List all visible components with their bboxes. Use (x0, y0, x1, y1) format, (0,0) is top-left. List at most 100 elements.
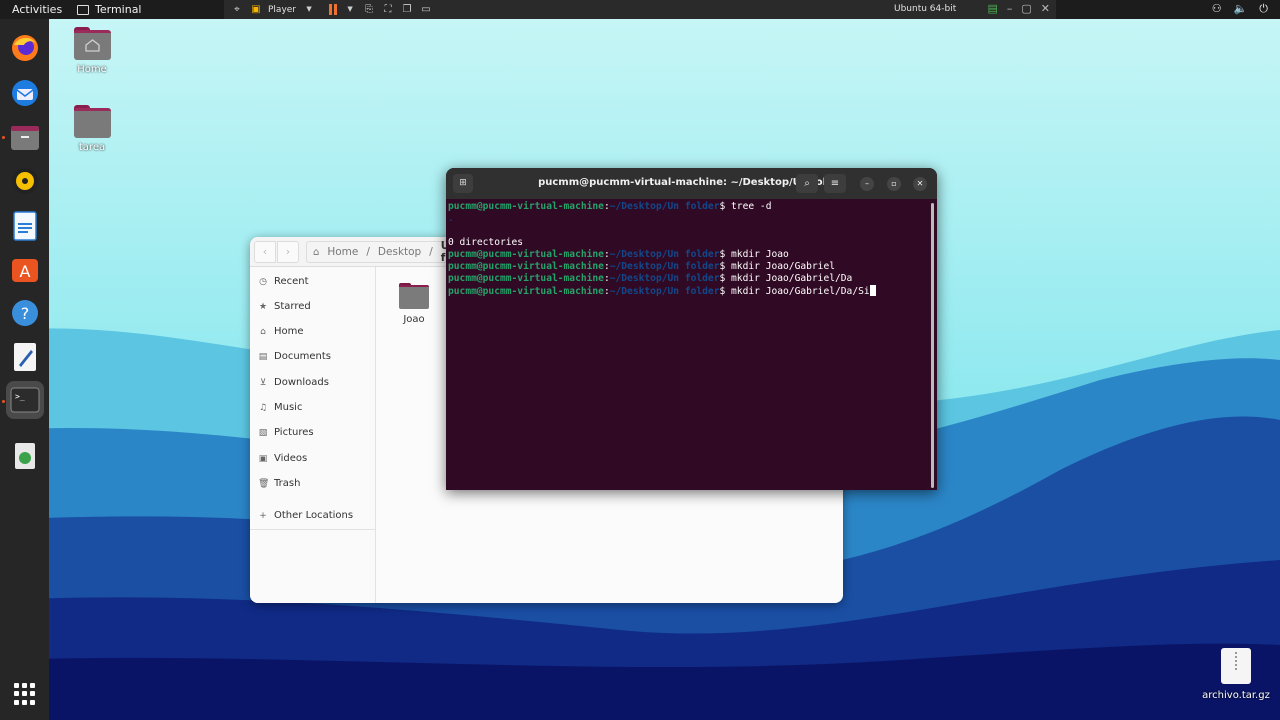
folder-item-joao[interactable]: Joao (394, 283, 434, 325)
dock-trash[interactable] (6, 437, 44, 475)
unity-icon[interactable]: ❐ (401, 4, 413, 15)
back-button[interactable]: ‹ (254, 241, 276, 263)
forward-button[interactable]: › (277, 241, 299, 263)
close-button[interactable]: ✕ (913, 177, 927, 191)
sidebar-item-downloads[interactable]: ⊻ Downloads (258, 377, 329, 388)
sidebar-item-starred[interactable]: ★ Starred (258, 301, 311, 312)
dock-files[interactable] (6, 118, 44, 156)
document-icon: ▤ (258, 351, 268, 362)
sidebar-item-documents[interactable]: ▤ Documents (258, 351, 331, 362)
thunderbird-icon (12, 80, 38, 106)
dock-thunderbird[interactable] (6, 74, 44, 112)
prompt-user: pucmm@pucmm-virtual-machine (448, 261, 604, 272)
dock-rhythmbox[interactable] (6, 162, 44, 200)
firefox-icon (12, 35, 38, 61)
dock-terminal[interactable]: >_ (6, 381, 44, 419)
show-applications-icon[interactable] (14, 683, 36, 705)
restore-icon[interactable]: ▢ (1021, 2, 1031, 15)
dock-text-editor[interactable] (6, 338, 44, 376)
help-icon: ? (12, 300, 38, 326)
player-logo-icon: ▣ (251, 4, 261, 15)
app-menu[interactable]: Terminal (77, 3, 142, 16)
sidebar-item-label: Other Locations (274, 510, 354, 521)
prompt-path: ~/Desktop/Un folder (609, 249, 720, 260)
chevron-down-icon[interactable]: ▼ (344, 4, 356, 15)
prompt-path: ~/Desktop/Un folder (609, 286, 720, 297)
dock-software[interactable]: A (6, 250, 44, 288)
sidebar-item-label: Recent (274, 276, 309, 287)
terminal-line: pucmm@pucmm-virtual-machine:~/Desktop/Un… (448, 273, 930, 285)
terminal-line: . (448, 213, 454, 224)
svg-text:?: ? (21, 304, 30, 323)
terminal-output[interactable]: pucmm@pucmm-virtual-machine:~/Desktop/Un… (448, 201, 930, 486)
chevron-down-icon[interactable]: ▼ (303, 4, 315, 15)
volume-icon: 🔈 (1233, 2, 1248, 15)
folder-icon (73, 105, 111, 138)
sidebar-item-music[interactable]: ♫ Music (258, 402, 303, 413)
path-separator: / (366, 246, 370, 258)
pause-icon[interactable] (329, 4, 338, 15)
text-editor-icon (14, 343, 36, 371)
terminal-command: $ mkdir Joao/Gabriel/Da/Si (719, 286, 870, 297)
terminal-scrollbar[interactable] (931, 203, 934, 488)
search-button[interactable]: ⌕ (796, 174, 818, 193)
vm-player-toolbar: ⌖ ▣ Player ▼ ▼ ⎘ ⛶ ❐ ▭ Ubuntu 64-bit ▤ –… (224, 0, 1056, 19)
sidebar-divider (250, 529, 375, 530)
desktop-file-label: archivo.tar.gz (1202, 690, 1270, 701)
terminal-header-bar: ⊞ pucmm@pucmm-virtual-machine: ~/Desktop… (446, 168, 937, 199)
menu-button[interactable]: ≡ (824, 174, 846, 193)
pin-icon[interactable]: ⌖ (231, 4, 243, 15)
vm-name: Ubuntu 64-bit (894, 4, 957, 14)
close-icon[interactable]: ✕ (1041, 2, 1050, 15)
terminal-command: $ mkdir Joao/Gabriel (719, 261, 836, 272)
trash-icon (15, 443, 35, 469)
desktop-icon-label: tarea (78, 142, 106, 153)
path-segment-desktop[interactable]: Desktop (378, 246, 421, 258)
top-bar: Activities Terminal ⌖ ▣ Player ▼ ▼ ⎘ ⛶ ❐… (0, 0, 1280, 19)
clock-icon: ◷ (259, 276, 267, 287)
vm-window-controls: ▤ – ▢ ✕ (987, 2, 1050, 15)
desktop-icon-home[interactable]: Home (62, 27, 122, 75)
prompt-user: pucmm@pucmm-virtual-machine (448, 273, 604, 284)
maximize-button[interactable]: ▫ (887, 177, 901, 191)
files-sidebar: ◷ Recent ★ Starred ⌂ Home ▤ Documents ⊻ Downl… (250, 267, 376, 603)
terminal-line: pucmm@pucmm-virtual-machine:~/Desktop/Un… (448, 261, 930, 273)
sidebar-item-label: Pictures (274, 427, 314, 438)
hamburger-icon: ≡ (830, 178, 840, 189)
svg-text:>_: >_ (15, 392, 25, 401)
trash-icon: 🗑 (258, 478, 270, 489)
search-icon: ⌕ (804, 178, 810, 189)
minimize-icon[interactable]: – (1007, 2, 1013, 15)
rhythmbox-icon (12, 168, 38, 194)
download-icon: ⊻ (259, 377, 267, 388)
writer-icon (13, 211, 37, 241)
terminal-app-icon (77, 4, 89, 15)
sidebar-item-label: Music (274, 402, 303, 413)
prompt-user: pucmm@pucmm-virtual-machine (448, 249, 604, 260)
desktop-icon-tarea[interactable]: tarea (62, 105, 122, 153)
sidebar-item-other-locations[interactable]: + Other Locations (258, 510, 353, 521)
desktop-file-archive[interactable]: archivo.tar.gz (1202, 648, 1270, 701)
send-keys-icon[interactable]: ⎘ (363, 4, 375, 15)
dock-writer[interactable] (6, 207, 44, 245)
display-icon[interactable]: ▭ (420, 4, 432, 15)
player-menu[interactable]: Player (268, 5, 296, 15)
system-tray[interactable]: ⚇ 🔈 ⏻ (1212, 2, 1268, 16)
sidebar-item-label: Videos (274, 453, 308, 464)
home-folder-icon (73, 27, 111, 60)
sidebar-item-trash[interactable]: 🗑 Trash (258, 478, 300, 489)
path-segment-home[interactable]: Home (327, 246, 358, 258)
dock-help[interactable]: ? (6, 294, 44, 332)
running-indicator (2, 400, 5, 403)
sidebar-item-pictures[interactable]: ▧ Pictures (258, 427, 314, 438)
activities-button[interactable]: Activities (12, 3, 62, 16)
minimize-button[interactable]: – (860, 177, 874, 191)
sidebar-item-videos[interactable]: ▣ Videos (258, 453, 308, 464)
sidebar-item-recent[interactable]: ◷ Recent (258, 276, 309, 287)
dock-firefox[interactable] (6, 29, 44, 67)
desktop-icon-label: Home (77, 64, 107, 75)
fullscreen-icon[interactable]: ⛶ (382, 4, 394, 15)
vm-menu-icon[interactable]: ▤ (987, 2, 997, 15)
sidebar-item-home[interactable]: ⌂ Home (258, 326, 303, 337)
prompt-path: ~/Desktop/Un folder (609, 261, 720, 272)
